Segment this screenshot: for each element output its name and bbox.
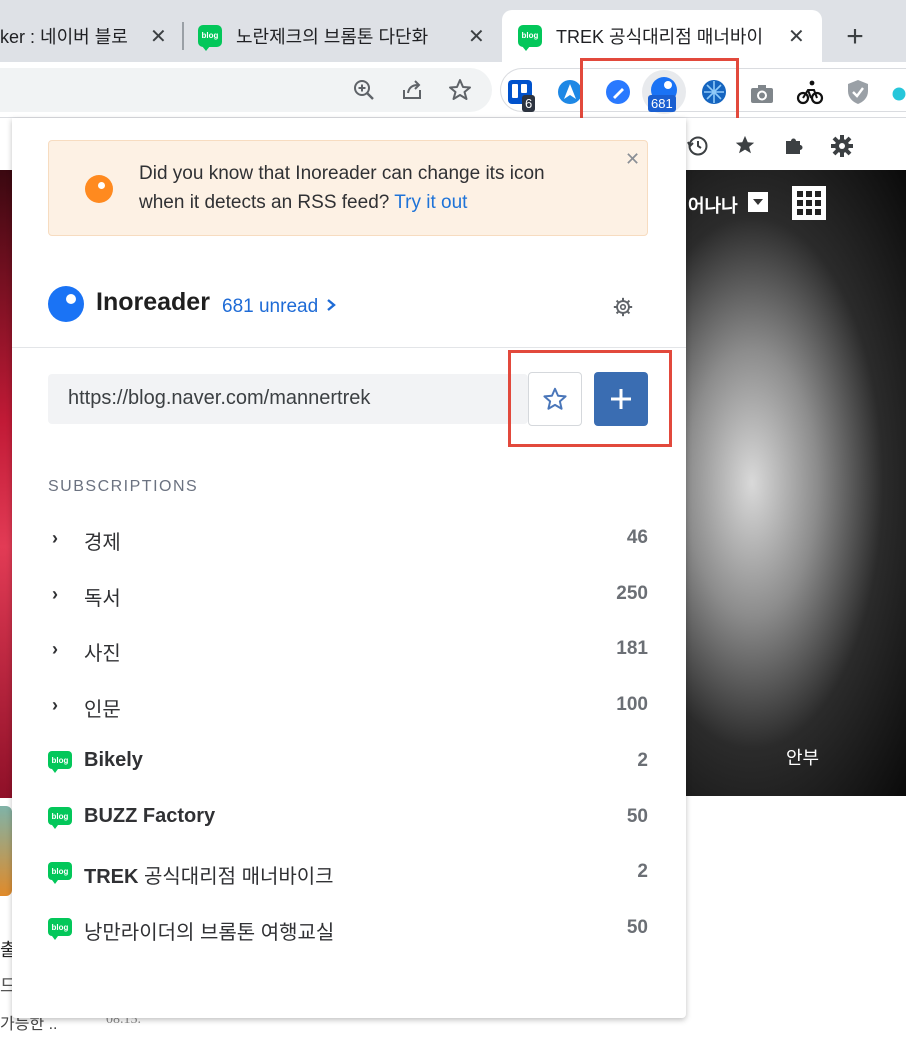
background-photo-left bbox=[0, 170, 12, 798]
feed-url: https://blog.naver.com/mannertrek bbox=[68, 387, 371, 409]
chevron-right-icon[interactable]: › bbox=[52, 584, 58, 605]
cyclist-extension-icon[interactable] bbox=[796, 78, 824, 106]
feed-url-field[interactable]: https://blog.naver.com/mannertrek bbox=[48, 374, 528, 424]
folder-name: 독서 bbox=[84, 588, 121, 610]
unread-count: 50 bbox=[626, 806, 648, 827]
chevron-right-icon[interactable]: › bbox=[52, 695, 58, 716]
star-icon[interactable] bbox=[734, 134, 756, 161]
unread-count: 2 bbox=[637, 861, 648, 882]
subscriptions-heading: SUBSCRIPTIONS bbox=[48, 478, 199, 495]
chevron-right-icon[interactable]: › bbox=[52, 528, 58, 549]
bookmark-star-icon[interactable] bbox=[446, 76, 474, 104]
folder-name: 경제 bbox=[84, 532, 121, 554]
share-icon[interactable] bbox=[398, 76, 426, 104]
dropdown-arrow-icon[interactable] bbox=[748, 192, 768, 212]
unread-count: 250 bbox=[616, 583, 648, 604]
unread-count: 681 unread bbox=[222, 296, 319, 317]
gear-icon[interactable] bbox=[830, 134, 854, 163]
feed-row[interactable]: blog TREK 공식대리점 매너바이크 2 bbox=[48, 858, 648, 888]
unread-count: 100 bbox=[616, 694, 648, 715]
teal-extension-icon[interactable] bbox=[892, 80, 906, 108]
tip-message: Did you know that Inoreader can change i… bbox=[139, 159, 569, 217]
inoreader-logo bbox=[48, 286, 84, 322]
tab-separator bbox=[182, 22, 184, 50]
camera-extension-icon[interactable] bbox=[748, 80, 776, 108]
folder-name: 사진 bbox=[84, 643, 121, 665]
close-icon[interactable]: ✕ bbox=[625, 149, 640, 170]
feed-name: Bikely bbox=[84, 749, 143, 772]
puzzle-icon[interactable] bbox=[782, 134, 806, 163]
new-tab-button[interactable]: + bbox=[838, 20, 872, 54]
action-buttons-highlight-annotation bbox=[508, 350, 672, 447]
tab-trek-active[interactable]: blog TREK 공식대리점 매너바이 ✕ bbox=[502, 10, 822, 62]
close-icon[interactable]: ✕ bbox=[788, 24, 805, 49]
folder-row[interactable]: › 경제 46 bbox=[48, 524, 648, 554]
inoreader-popup: Did you know that Inoreader can change i… bbox=[12, 118, 686, 1018]
page-browser-menu bbox=[686, 118, 906, 170]
blog-icon: blog bbox=[198, 25, 222, 51]
unread-link[interactable]: 681 unread bbox=[222, 296, 337, 318]
feed-name-bold: TREK bbox=[84, 866, 139, 888]
tip-banner: Did you know that Inoreader can change i… bbox=[48, 140, 648, 236]
close-icon[interactable]: ✕ bbox=[150, 24, 167, 49]
blog-icon: blog bbox=[48, 918, 72, 940]
try-it-out-link[interactable]: Try it out bbox=[394, 192, 467, 213]
folder-row[interactable]: › 독서 250 bbox=[48, 580, 648, 610]
folder-name: 인문 bbox=[84, 699, 121, 721]
blog-icon: blog bbox=[48, 807, 72, 829]
feed-name-rest: 공식대리점 매너바이크 bbox=[138, 866, 334, 888]
folder-row[interactable]: › 사진 181 bbox=[48, 635, 648, 665]
tip-text: Did you know that Inoreader can change i… bbox=[139, 163, 545, 213]
blog-icon: blog bbox=[518, 25, 542, 51]
unread-count: 46 bbox=[626, 527, 648, 548]
font-dropdown-label[interactable]: 어나나 bbox=[688, 192, 738, 218]
tab-brompton-blog[interactable]: blog 노란제크의 브롬톤 다단화 ✕ bbox=[186, 10, 498, 62]
blog-icon: blog bbox=[48, 751, 72, 773]
grid-menu-icon[interactable] bbox=[792, 186, 826, 220]
tab-strip: ker : 네이버 블로 ✕ blog 노란제크의 브롬톤 다단화 ✕ blog… bbox=[0, 0, 906, 62]
tab-title: ker : 네이버 블로 bbox=[0, 27, 128, 47]
trello-badge: 6 bbox=[522, 95, 536, 112]
tab-title: 노란제크의 브롬톤 다단화 bbox=[236, 27, 429, 47]
divider bbox=[12, 347, 686, 348]
feed-name: BUZZ Factory bbox=[84, 805, 215, 828]
thumbnail-image bbox=[0, 806, 12, 896]
feed-row[interactable]: blog BUZZ Factory 50 bbox=[48, 803, 648, 833]
feed-name: 낭만라이더의 브롬톤 여행교실 bbox=[84, 916, 334, 945]
unread-count: 2 bbox=[637, 750, 648, 771]
gear-icon[interactable] bbox=[612, 296, 634, 318]
feed-name-bold: BUZZ Factory bbox=[84, 805, 216, 827]
feed-row[interactable]: blog Bikely 2 bbox=[48, 747, 648, 777]
inoreader-orange-icon bbox=[85, 175, 113, 203]
feed-name-bold: Bikely bbox=[84, 749, 143, 771]
unread-count: 181 bbox=[616, 638, 648, 659]
chevron-right-icon[interactable]: › bbox=[52, 639, 58, 660]
shield-extension-icon[interactable] bbox=[844, 78, 872, 106]
history-icon[interactable] bbox=[686, 134, 710, 163]
app-title: Inoreader bbox=[96, 288, 210, 316]
folder-row[interactable]: › 인문 100 bbox=[48, 691, 648, 721]
address-bar[interactable] bbox=[0, 68, 492, 112]
feed-name: TREK 공식대리점 매너바이크 bbox=[84, 860, 334, 889]
feed-name-rest: 낭만라이더의 브롬톤 여행교실 bbox=[84, 922, 335, 944]
tab-title: TREK 공식대리점 매너바이 bbox=[556, 27, 764, 47]
feed-row[interactable]: blog 낭만라이더의 브롬톤 여행교실 50 bbox=[48, 914, 648, 944]
blog-icon: blog bbox=[48, 862, 72, 884]
background-photo-right bbox=[686, 170, 906, 796]
tab-naver-blog[interactable]: ker : 네이버 블로 ✕ bbox=[0, 10, 182, 62]
chevron-right-icon bbox=[327, 299, 337, 311]
photo-caption: 안부 bbox=[786, 748, 820, 768]
zoom-icon[interactable] bbox=[350, 76, 378, 104]
close-icon[interactable]: ✕ bbox=[468, 24, 485, 49]
unread-count: 50 bbox=[626, 917, 648, 938]
